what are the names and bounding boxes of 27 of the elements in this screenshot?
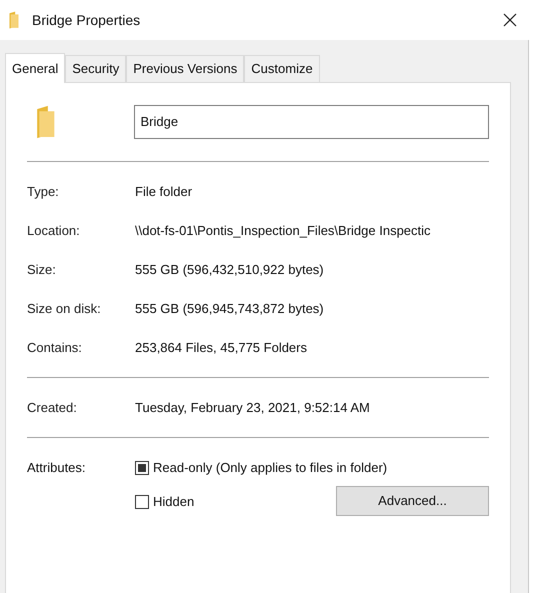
field-value: 555 GB (596,945,743,872 bytes): [135, 300, 324, 318]
name-field[interactable]: Bridge: [134, 105, 489, 139]
checkbox-label: Read-only (Only applies to files in folder): [153, 459, 388, 478]
field-value: 253,864 Files, 45,775 Folders: [135, 338, 307, 357]
tab[interactable]: Customize: [244, 55, 320, 82]
field-label: Size on disk:: [27, 300, 102, 318]
checkbox[interactable]: [135, 461, 149, 475]
checkbox-label: Hidden: [153, 493, 194, 512]
field-value: 555 GB (596,432,510,922 bytes): [135, 260, 324, 279]
close-icon[interactable]: [503, 13, 517, 27]
field-label: Type:: [27, 182, 60, 201]
field-label: Contains:: [27, 338, 83, 357]
advanced-button[interactable]: Advanced...: [336, 486, 489, 516]
field-label: Location:: [27, 222, 81, 240]
field-value: Tuesday, February 23, 2021, 9:52:14 AM: [135, 398, 370, 417]
window-title: Bridge Properties: [32, 10, 140, 30]
field-value: File folder: [135, 182, 192, 201]
tab[interactable]: General: [5, 53, 66, 83]
folder-icon: [8, 11, 20, 29]
field-label: Created:: [27, 398, 78, 417]
checkbox[interactable]: [135, 495, 149, 509]
field-label: Attributes:: [27, 459, 87, 477]
field-label: Size:: [27, 260, 57, 279]
tab[interactable]: Security: [65, 55, 126, 82]
folder-icon: [35, 103, 56, 141]
field-value: \\dot-fs-01\Pontis_Inspection_Files\Bridge Inspectic: [135, 222, 431, 240]
tab[interactable]: Previous Versions: [126, 55, 244, 82]
